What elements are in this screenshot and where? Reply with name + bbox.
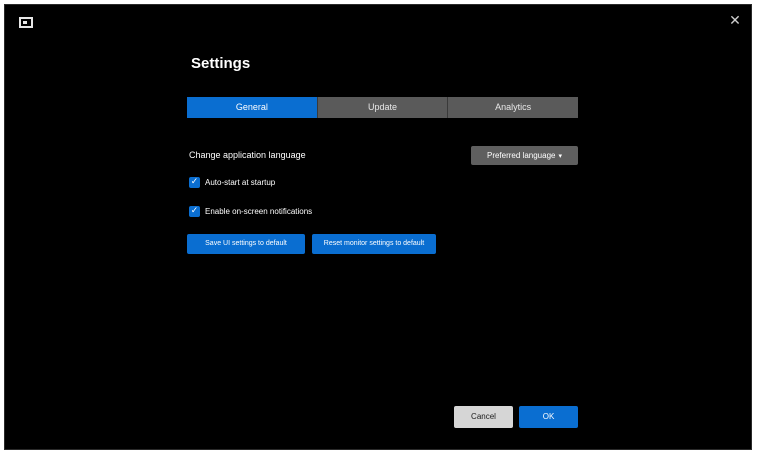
auto-start-checkbox[interactable]: ✓ bbox=[189, 177, 200, 188]
save-ui-settings-button[interactable]: Save UI settings to default bbox=[187, 234, 305, 254]
reset-monitor-settings-button[interactable]: Reset monitor settings to default bbox=[312, 234, 436, 254]
language-label: Change application language bbox=[189, 150, 306, 160]
language-dropdown[interactable]: Preferred language ▾ bbox=[471, 146, 578, 165]
monitor-icon bbox=[19, 17, 33, 28]
page-title: Settings bbox=[191, 55, 251, 72]
auto-start-label: Auto-start at startup bbox=[205, 178, 276, 187]
notifications-label: Enable on-screen notifications bbox=[205, 207, 313, 216]
tab-general[interactable]: General bbox=[187, 97, 317, 118]
settings-tabs: General Update Analytics bbox=[187, 97, 578, 118]
notifications-option: ✓ Enable on-screen notifications bbox=[189, 206, 312, 217]
close-icon[interactable]: ✕ bbox=[727, 13, 743, 29]
notifications-checkbox[interactable]: ✓ bbox=[189, 206, 200, 217]
cancel-button[interactable]: Cancel bbox=[454, 406, 513, 428]
settings-window: ✕ Settings General Update Analytics Chan… bbox=[4, 4, 752, 450]
chevron-down-icon: ▾ bbox=[558, 153, 562, 160]
tab-analytics[interactable]: Analytics bbox=[447, 97, 578, 118]
ok-button[interactable]: OK bbox=[519, 406, 578, 428]
language-dropdown-value: Preferred language bbox=[486, 151, 556, 160]
tab-update[interactable]: Update bbox=[316, 97, 448, 118]
auto-start-option: ✓ Auto-start at startup bbox=[189, 177, 275, 188]
